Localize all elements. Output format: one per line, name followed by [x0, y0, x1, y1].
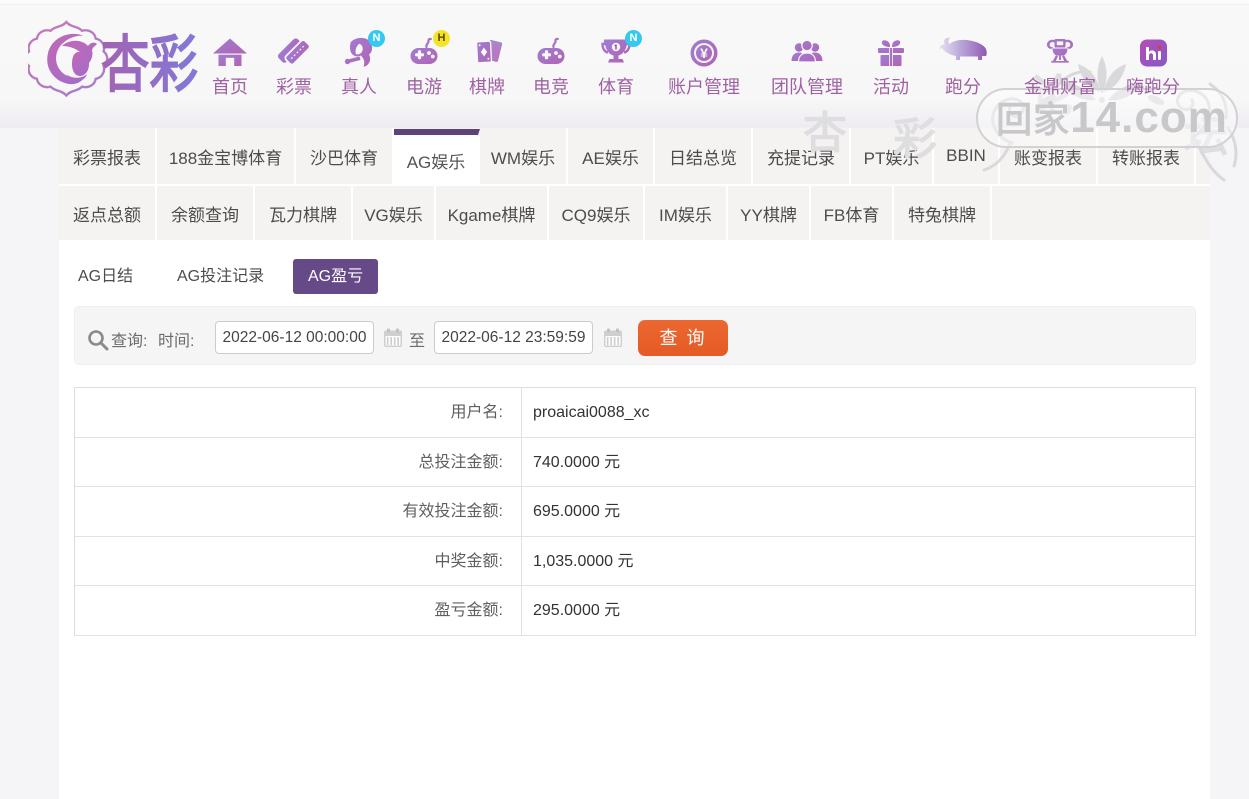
svg-text:¥: ¥ — [700, 45, 708, 61]
svg-text:杏彩: 杏彩 — [101, 31, 198, 100]
